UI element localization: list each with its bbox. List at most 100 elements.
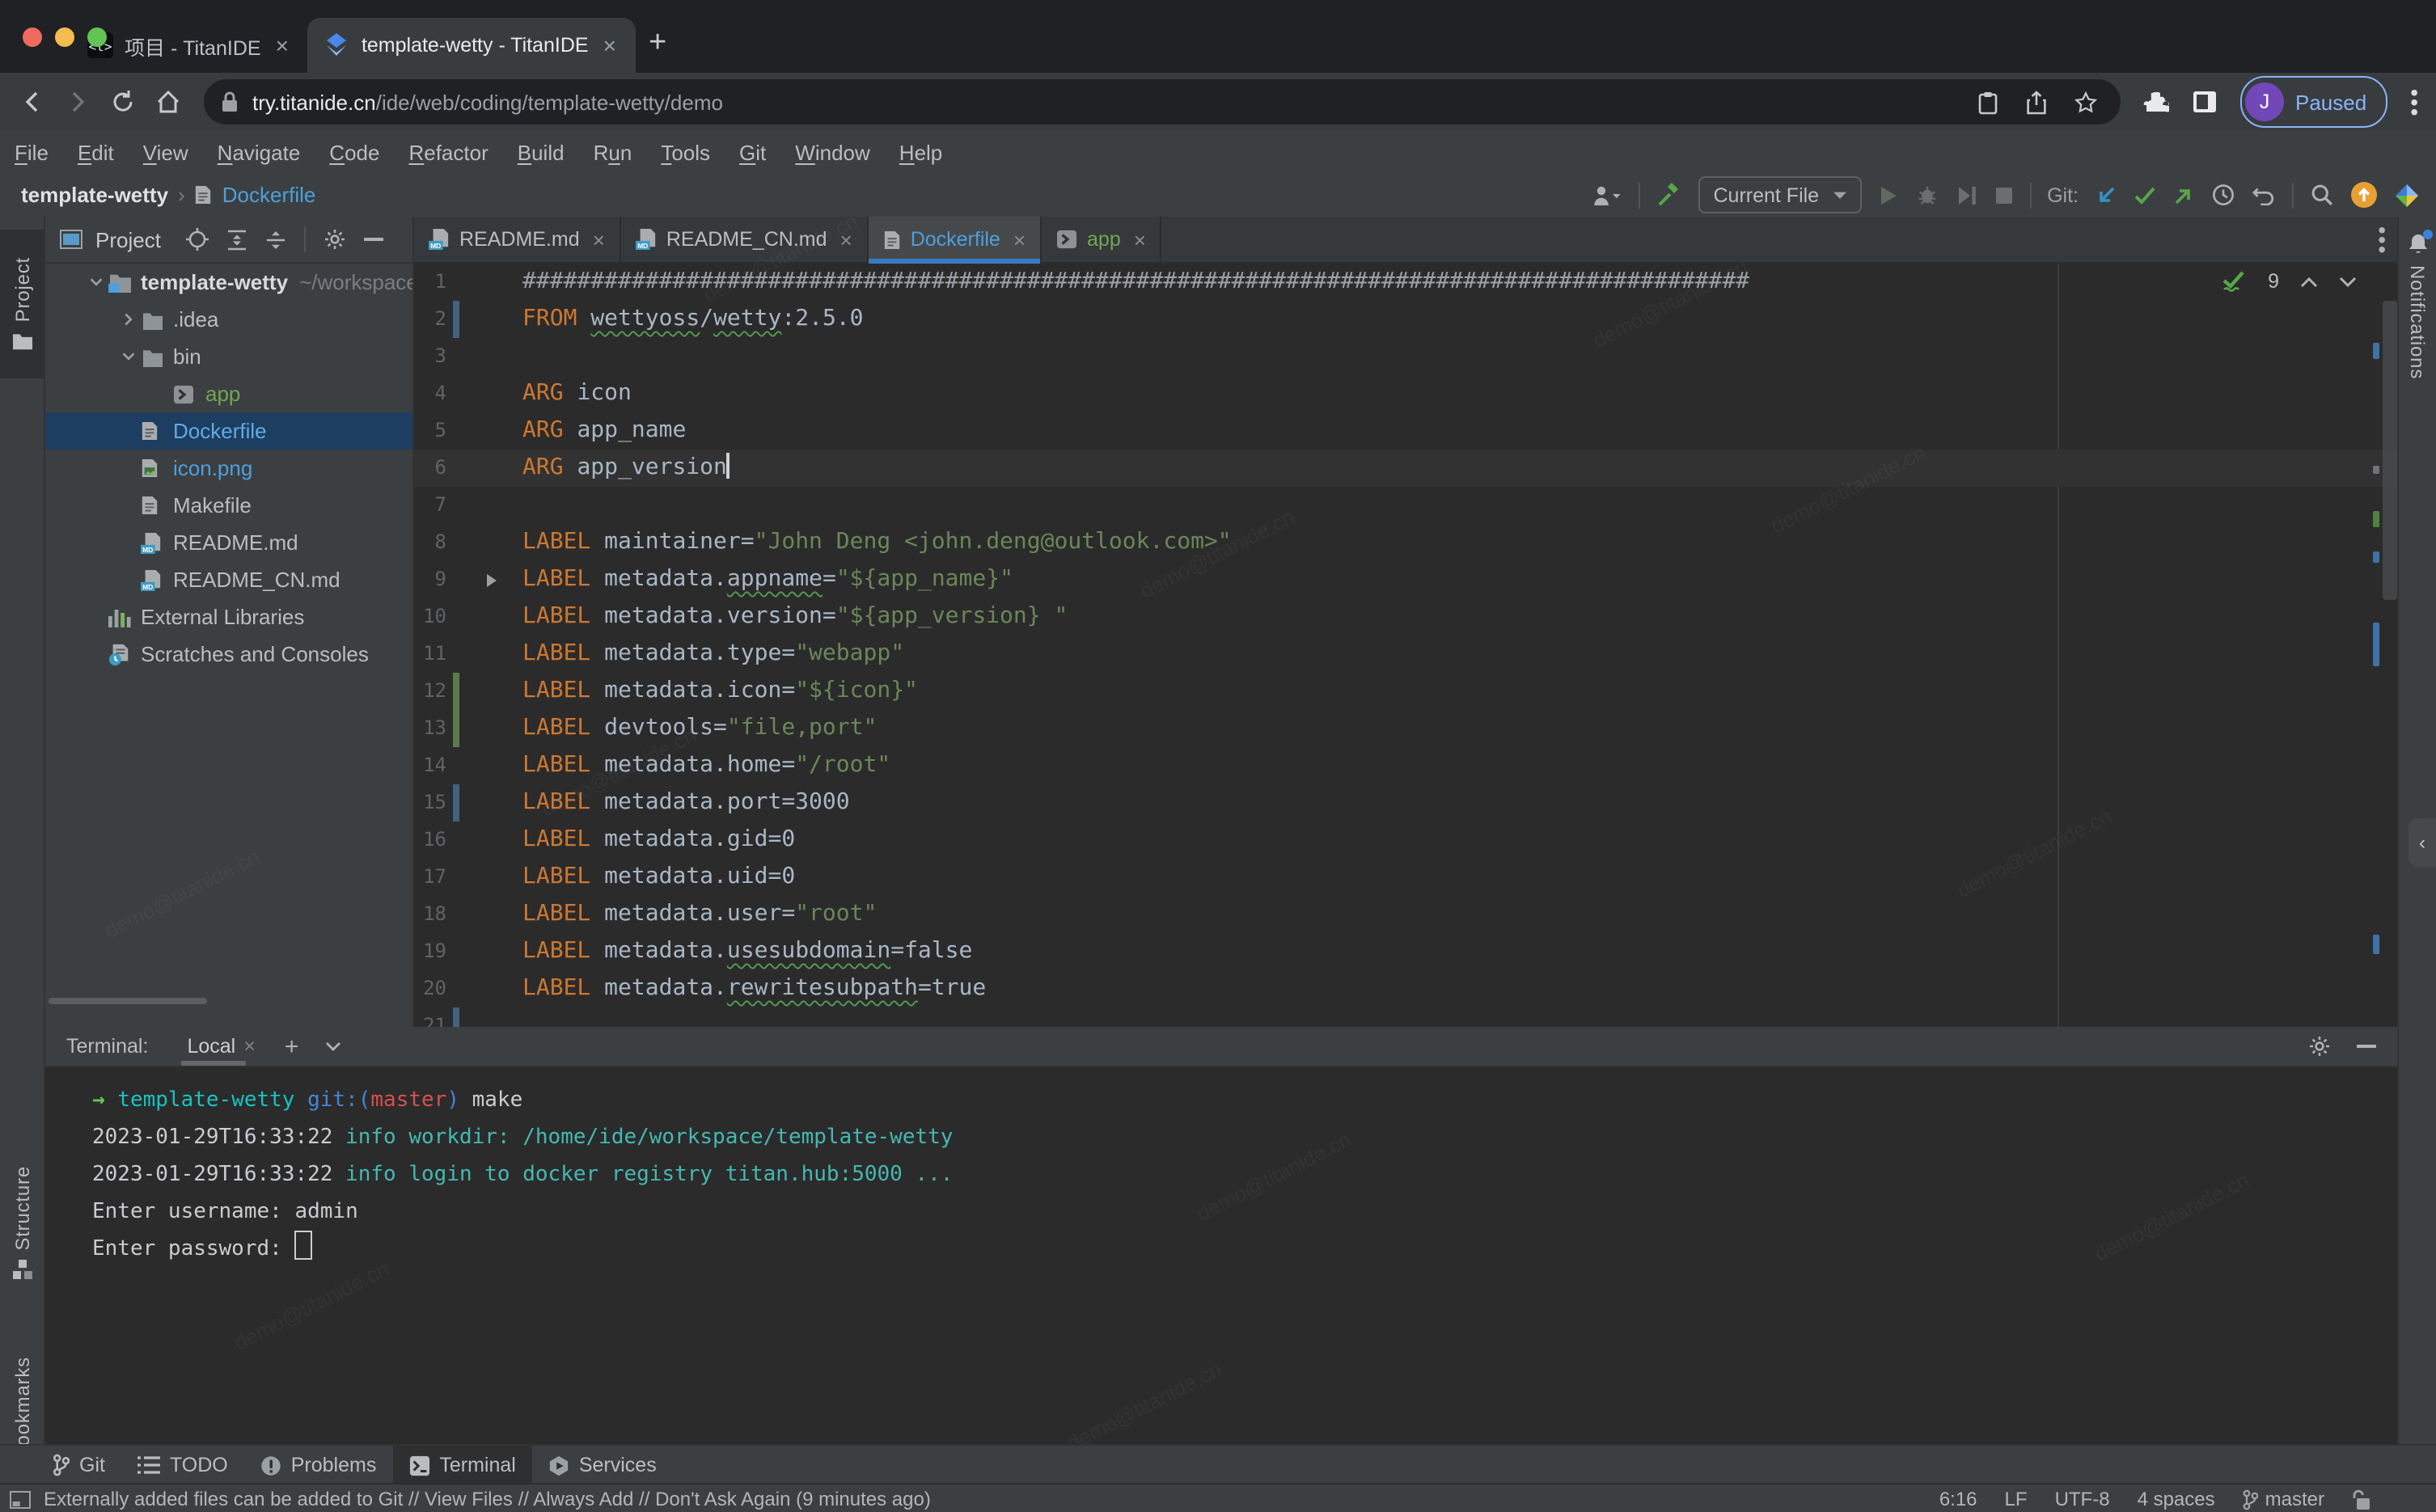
menu-item-navigate[interactable]: Navigate bbox=[203, 140, 315, 164]
status-action-view-files[interactable]: View Files bbox=[425, 1488, 513, 1510]
lock-icon[interactable] bbox=[220, 91, 239, 113]
macos-window-controls[interactable] bbox=[23, 27, 107, 47]
clipboard-icon[interactable] bbox=[1977, 90, 1999, 114]
tab-close-icon[interactable]: × bbox=[600, 34, 620, 57]
terminal-dropdown-icon[interactable] bbox=[324, 1041, 340, 1051]
collapse-all-icon[interactable] bbox=[266, 229, 287, 250]
forward-icon[interactable] bbox=[65, 89, 91, 115]
fold-arrow-icon[interactable] bbox=[486, 573, 496, 586]
git-push-icon[interactable] bbox=[2172, 184, 2195, 206]
tree-chevron-down[interactable] bbox=[115, 348, 141, 365]
maximize-window-icon[interactable] bbox=[87, 27, 107, 47]
expand-all-icon[interactable] bbox=[227, 229, 248, 250]
url-text[interactable]: try.titanide.cn/ide/web/coding/template-… bbox=[252, 90, 1964, 114]
tab-close-icon[interactable]: × bbox=[840, 227, 852, 251]
close-window-icon[interactable] bbox=[23, 27, 42, 47]
code-line-5[interactable]: 5ARG app_name bbox=[414, 412, 2399, 450]
git-commit-icon[interactable] bbox=[2134, 185, 2156, 205]
menu-item-help[interactable]: Help bbox=[885, 140, 958, 164]
menu-item-file[interactable]: File bbox=[0, 140, 63, 164]
build-hammer-icon[interactable] bbox=[1657, 182, 1683, 208]
file-encoding[interactable]: UTF-8 bbox=[2055, 1488, 2110, 1510]
code-line-17[interactable]: 17LABEL metadata.uid=0 bbox=[414, 859, 2399, 896]
tool-window-tab-git[interactable]: Git bbox=[36, 1446, 121, 1485]
tree-item-readme-md[interactable]: MDREADME.md bbox=[44, 524, 412, 561]
tool-window-tab-todo[interactable]: TODO bbox=[121, 1446, 244, 1485]
tool-window-tab-problems[interactable]: Problems bbox=[244, 1446, 393, 1485]
tree-chevron-down[interactable] bbox=[82, 273, 108, 291]
coverage-icon[interactable] bbox=[1955, 184, 1977, 206]
stop-icon[interactable] bbox=[1994, 185, 2013, 205]
address-bar[interactable]: try.titanide.cn/ide/web/coding/template-… bbox=[204, 79, 2121, 125]
editor-scrollbar[interactable] bbox=[2373, 264, 2399, 1028]
code-line-3[interactable]: 3 bbox=[414, 338, 2399, 375]
caret-position[interactable]: 6:16 bbox=[1939, 1488, 1977, 1510]
hide-panel-icon[interactable] bbox=[365, 237, 384, 242]
tab-close-icon[interactable]: × bbox=[1013, 227, 1026, 251]
search-everywhere-icon[interactable] bbox=[2310, 183, 2334, 207]
run-icon[interactable] bbox=[1877, 184, 1898, 206]
new-terminal-icon[interactable]: + bbox=[285, 1033, 299, 1060]
tree-item-app[interactable]: app bbox=[44, 375, 412, 412]
history-clock-icon[interactable] bbox=[2211, 183, 2235, 207]
prev-problem-icon[interactable] bbox=[2300, 276, 2318, 287]
inspections-widget[interactable]: 9 bbox=[2221, 270, 2357, 293]
code-line-12[interactable]: 12LABEL metadata.icon="${icon}" bbox=[414, 673, 2399, 710]
menu-item-view[interactable]: View bbox=[129, 140, 203, 164]
minimize-terminal-icon[interactable] bbox=[2357, 1035, 2376, 1058]
code-line-1[interactable]: 1#######################################… bbox=[414, 264, 2399, 301]
tab-close-icon[interactable]: × bbox=[593, 227, 605, 251]
code-line-6[interactable]: 6ARG app_version bbox=[414, 450, 2399, 487]
tree-item-scratches-and-consoles[interactable]: Scratches and Consoles bbox=[44, 636, 412, 673]
browser-tab[interactable]: template-wetty - TitanIDE× bbox=[308, 18, 636, 73]
user-dropdown-icon[interactable] bbox=[1591, 184, 1623, 206]
tree-item-template-wetty[interactable]: template-wetty~/workspace bbox=[44, 264, 412, 301]
tool-window-tab-terminal[interactable]: Terminal bbox=[392, 1446, 532, 1485]
terminal-tab-close-icon[interactable]: × bbox=[243, 1035, 256, 1058]
tool-window-button-project[interactable]: Project bbox=[0, 230, 44, 378]
code-line-19[interactable]: 19LABEL metadata.usesubdomain=false bbox=[414, 933, 2399, 970]
code-line-15[interactable]: 15LABEL metadata.port=3000 bbox=[414, 784, 2399, 821]
collapse-panel-handle[interactable]: ‹ bbox=[2409, 818, 2436, 867]
rollback-icon[interactable] bbox=[2252, 184, 2276, 205]
code-line-4[interactable]: 4ARG icon bbox=[414, 375, 2399, 412]
tool-window-tab-services[interactable]: Services bbox=[532, 1446, 673, 1485]
code-line-8[interactable]: 8LABEL maintainer="John Deng <john.deng@… bbox=[414, 524, 2399, 561]
code-line-9[interactable]: 9LABEL metadata.appname="${app_name}" bbox=[414, 561, 2399, 598]
indent-style[interactable]: 4 spaces bbox=[2138, 1488, 2215, 1510]
update-available-icon[interactable] bbox=[2350, 181, 2378, 209]
tool-window-button-notifications[interactable]: Notifications bbox=[2399, 226, 2436, 459]
menu-item-run[interactable]: Run bbox=[579, 140, 647, 164]
terminal-settings-gear-icon[interactable] bbox=[2308, 1035, 2331, 1058]
editor-tab-readme-cn-md[interactable]: MDREADME_CN.md× bbox=[621, 217, 869, 262]
terminal-tab-local[interactable]: Local× bbox=[184, 1035, 258, 1058]
editor-tab-dockerfile[interactable]: Dockerfile× bbox=[869, 217, 1042, 262]
home-icon[interactable] bbox=[155, 89, 181, 115]
line-separator[interactable]: LF bbox=[2005, 1488, 2028, 1510]
tree-item-icon-png[interactable]: icon.png bbox=[44, 450, 412, 487]
menu-item-tools[interactable]: Tools bbox=[646, 140, 725, 164]
next-problem-icon[interactable] bbox=[2339, 276, 2357, 287]
avatar[interactable]: J bbox=[2245, 82, 2284, 121]
breadcrumb-project[interactable]: template-wetty bbox=[21, 183, 168, 207]
unlock-icon[interactable] bbox=[2352, 1489, 2371, 1510]
editor-tab-readme-md[interactable]: MDREADME.md× bbox=[414, 217, 621, 262]
code-line-11[interactable]: 11LABEL metadata.type="webapp" bbox=[414, 636, 2399, 673]
side-panel-icon[interactable] bbox=[2192, 89, 2218, 115]
tab-close-icon[interactable]: × bbox=[273, 34, 292, 57]
code-line-2[interactable]: 2FROM wettyoss/wetty:2.5.0 bbox=[414, 301, 2399, 338]
code-line-20[interactable]: 20LABEL metadata.rewritesubpath=true bbox=[414, 970, 2399, 1007]
git-branch-widget[interactable]: master bbox=[2243, 1488, 2324, 1510]
share-icon[interactable] bbox=[2025, 90, 2048, 114]
tree-item-makefile[interactable]: Makefile bbox=[44, 487, 412, 524]
menu-item-refactor[interactable]: Refactor bbox=[394, 140, 502, 164]
reload-icon[interactable] bbox=[110, 89, 136, 115]
tree-item-bin[interactable]: bin bbox=[44, 338, 412, 375]
tab-close-icon[interactable]: × bbox=[1134, 227, 1146, 251]
locate-file-icon[interactable] bbox=[187, 228, 209, 251]
project-panel-title[interactable]: Project bbox=[95, 227, 161, 251]
code-line-21[interactable]: 21 bbox=[414, 1007, 2399, 1028]
editor-tab-options-icon[interactable]: ••• bbox=[2378, 224, 2386, 255]
settings-gear-icon[interactable] bbox=[324, 228, 347, 251]
status-action-always-add[interactable]: Always Add bbox=[533, 1488, 633, 1510]
